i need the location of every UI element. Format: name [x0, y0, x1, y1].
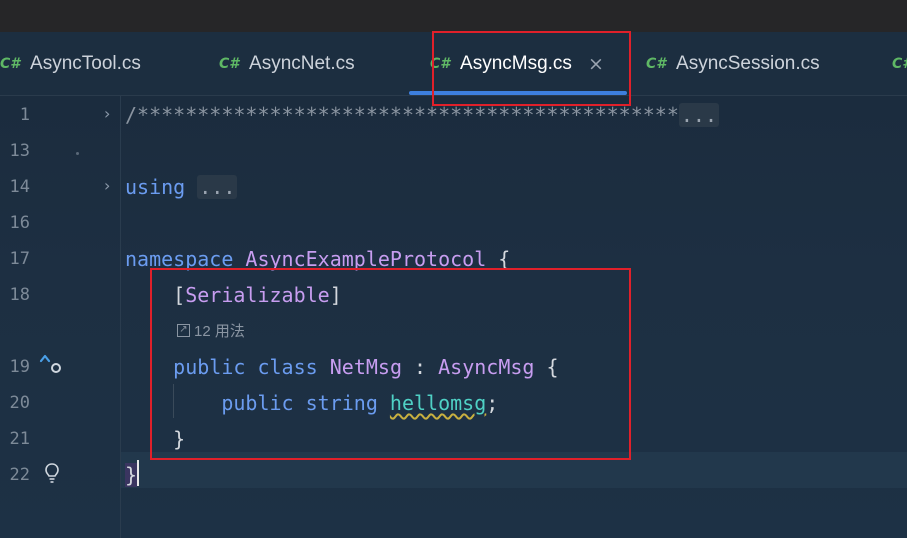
open-brace: {: [498, 247, 511, 271]
window-title-bar: [0, 0, 907, 32]
tab-asyncsession[interactable]: C# AsyncSession.cs: [646, 32, 820, 95]
attribute-name: Serializable: [185, 283, 330, 307]
current-line-highlight: [121, 452, 907, 488]
tab-overflow[interactable]: C#: [892, 32, 907, 95]
class-name: NetMsg: [329, 355, 402, 379]
csharp-file-icon: C#: [0, 55, 21, 72]
semicolon: ;: [486, 391, 499, 415]
usages-hint[interactable]: ↗ 12 用法: [177, 320, 245, 341]
close-icon[interactable]: ×: [588, 53, 604, 75]
usages-hint-label: 12 用法: [194, 323, 245, 340]
using-keyword: using: [125, 175, 186, 199]
line-number: 20: [9, 393, 30, 413]
class-keyword: class: [257, 355, 318, 379]
namespace-keyword: namespace: [125, 247, 234, 271]
attr-close-bracket: ]: [329, 283, 342, 307]
csharp-file-icon: C#: [219, 55, 240, 72]
code-line-18: [Serializable]: [125, 283, 342, 307]
tab-asyncnet[interactable]: C# AsyncNet.cs: [219, 32, 355, 95]
active-tab-indicator: [409, 91, 627, 95]
line-number: 17: [9, 249, 30, 269]
tab-label: AsyncSession.cs: [676, 52, 820, 74]
fold-chevron-icon[interactable]: ›: [104, 176, 110, 195]
tab-asynctool[interactable]: C# AsyncTool.cs: [0, 32, 141, 95]
public-keyword: public: [221, 391, 294, 415]
string-keyword: string: [305, 391, 378, 415]
matching-close-brace: }: [125, 463, 138, 487]
code-line-14: using ...: [125, 175, 238, 199]
code-editor[interactable]: 1 13 14 16 17 18 19 20 21 22 › › /******…: [0, 96, 907, 538]
lightbulb-icon[interactable]: [43, 462, 61, 484]
code-line-21: }: [125, 427, 185, 451]
tab-label: AsyncTool.cs: [30, 52, 141, 74]
fold-chevron-icon[interactable]: ›: [104, 104, 110, 123]
field-name: hellomsg: [389, 391, 487, 415]
line-number: 14: [9, 177, 30, 197]
public-keyword: public: [173, 355, 246, 379]
colon: :: [414, 355, 427, 379]
code-line-17: namespace AsyncExampleProtocol {: [125, 247, 510, 271]
line-number: 16: [9, 213, 30, 233]
base-class-name: AsyncMsg: [438, 355, 535, 379]
code-line-19: public class NetMsg : AsyncMsg {: [125, 355, 559, 379]
close-brace: }: [173, 427, 186, 451]
attr-open-bracket: [: [173, 283, 186, 307]
gutter-separator: [120, 96, 121, 538]
line-number: 21: [9, 429, 30, 449]
folded-region[interactable]: ...: [678, 103, 720, 127]
line-number: 22: [9, 465, 30, 485]
text-caret: [137, 460, 139, 486]
editor-tab-bar: C# AsyncTool.cs C# AsyncNet.cs C# AsyncM…: [0, 32, 907, 96]
tab-label: AsyncMsg.cs: [460, 52, 572, 74]
line-number: 13: [9, 141, 30, 161]
gutter-marker: [76, 152, 79, 155]
namespace-name: AsyncExampleProtocol: [245, 247, 487, 271]
implements-gutter-icon[interactable]: [38, 352, 64, 376]
tab-asyncmsg[interactable]: C# AsyncMsg.cs ×: [430, 32, 604, 95]
line-number: 19: [9, 357, 30, 377]
code-line-22: }: [125, 463, 138, 487]
code-line-1: /***************************************…: [125, 103, 720, 127]
code-line-20: public string hellomsg;: [125, 391, 498, 415]
header-comment: /***************************************…: [125, 103, 679, 127]
line-number: 1: [19, 105, 30, 125]
tab-label: AsyncNet.cs: [249, 52, 355, 74]
external-link-icon: ↗: [177, 324, 190, 337]
csharp-file-icon: C#: [430, 55, 451, 72]
open-brace: {: [546, 355, 559, 379]
folded-usings[interactable]: ...: [197, 175, 238, 199]
csharp-file-icon: C#: [646, 55, 667, 72]
csharp-file-icon: C#: [892, 55, 907, 72]
line-number: 18: [9, 285, 30, 305]
